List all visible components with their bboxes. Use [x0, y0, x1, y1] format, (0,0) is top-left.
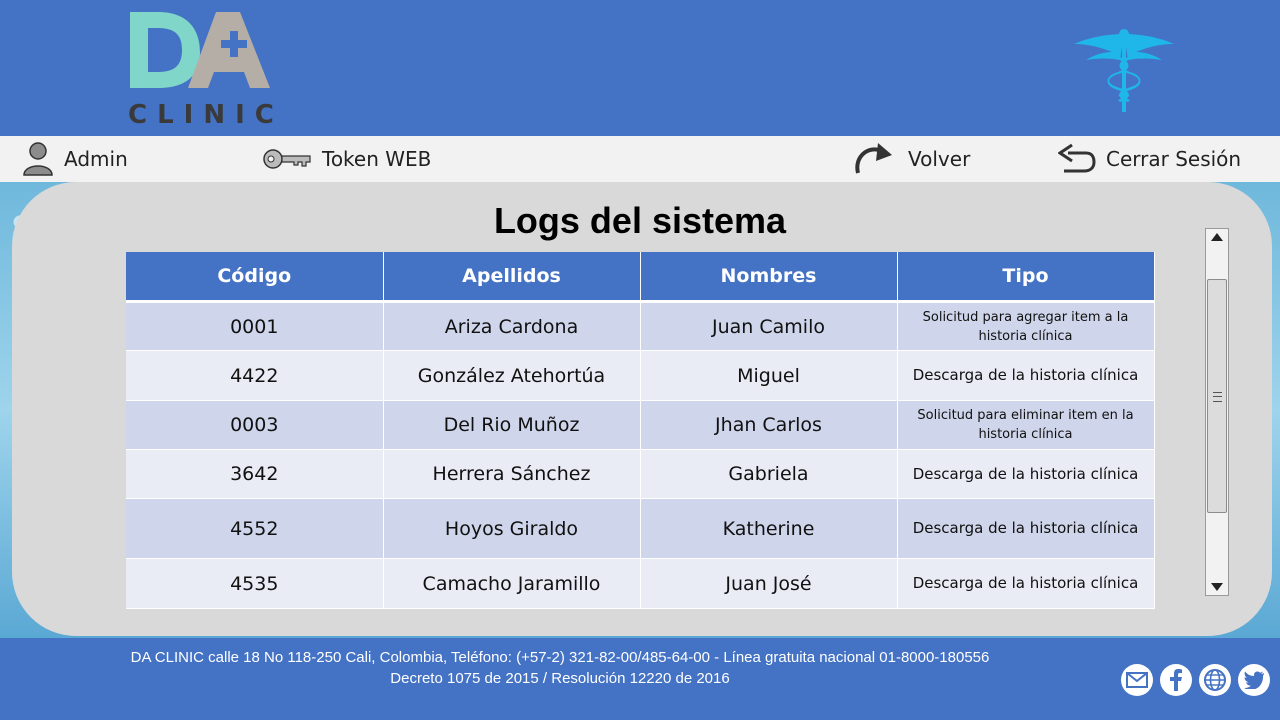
- globe-icon: [1204, 669, 1226, 691]
- twitter-button[interactable]: [1238, 664, 1270, 696]
- admin-label: Admin: [64, 147, 128, 171]
- cell-tipo: Descarga de la historia clínica: [897, 449, 1155, 499]
- table-row[interactable]: 3642 Herrera Sánchez Gabriela Descarga d…: [126, 449, 1155, 499]
- cell-tipo: Solicitud para agregar item a la histori…: [897, 301, 1155, 351]
- return-arrow-icon: [1058, 143, 1096, 173]
- column-header-apellidos[interactable]: Apellidos: [383, 252, 641, 303]
- back-label: Volver: [908, 147, 971, 171]
- cell-codigo: 0001: [126, 301, 384, 351]
- logo-wordmark: CLINIC: [128, 100, 284, 130]
- page-title: Logs del sistema: [493, 200, 787, 241]
- logout-label: Cerrar Sesión: [1106, 147, 1242, 171]
- cell-nombres: Jhan Carlos: [640, 400, 898, 450]
- cell-apellidos: Herrera Sánchez: [383, 449, 641, 499]
- cell-nombres: Juan Camilo: [640, 301, 898, 351]
- arrow-down-icon: [1211, 583, 1223, 591]
- logout-button[interactable]: Cerrar Sesión: [1058, 136, 1241, 182]
- column-header-nombres[interactable]: Nombres: [640, 252, 898, 303]
- cell-codigo: 4552: [126, 498, 384, 559]
- cell-codigo: 3642: [126, 449, 384, 499]
- cell-apellidos: González Atehortúa: [383, 350, 641, 401]
- website-button[interactable]: [1199, 664, 1231, 696]
- table-row[interactable]: 4422 González Atehortúa Miguel Descarga …: [126, 350, 1155, 401]
- redo-arrow-icon: [855, 143, 892, 174]
- column-header-tipo[interactable]: Tipo: [897, 252, 1155, 303]
- scroll-up-button[interactable]: [1206, 229, 1228, 245]
- vertical-scrollbar[interactable]: [1205, 228, 1229, 596]
- footer-contact: DA CLINIC calle 18 No 118-250 Cali, Colo…: [130, 649, 990, 666]
- logs-table: Código Apellidos Nombres Tipo 0001 Ariza…: [126, 252, 1155, 609]
- table-row[interactable]: 0001 Ariza Cardona Juan Camilo Solicitud…: [126, 301, 1155, 351]
- user-icon: [23, 142, 53, 176]
- cell-apellidos: Camacho Jaramillo: [383, 558, 641, 609]
- key-icon: [263, 149, 311, 169]
- token-web-button[interactable]: Token WEB: [262, 136, 431, 182]
- facebook-button[interactable]: [1160, 664, 1192, 696]
- table-row[interactable]: 4552 Hoyos Giraldo Katherine Descarga de…: [126, 498, 1155, 559]
- cell-codigo: 4535: [126, 558, 384, 609]
- table-row[interactable]: 4535 Camacho Jaramillo Juan José Descarg…: [126, 558, 1155, 609]
- cell-tipo: Solicitud para eliminar item en la histo…: [897, 400, 1155, 450]
- cell-codigo: 0003: [126, 400, 384, 450]
- back-button[interactable]: Volver: [852, 136, 970, 182]
- facebook-icon: [1170, 669, 1182, 691]
- cell-codigo: 4422: [126, 350, 384, 401]
- scroll-down-button[interactable]: [1206, 579, 1228, 595]
- cell-nombres: Miguel: [640, 350, 898, 401]
- table-header-row: Código Apellidos Nombres Tipo: [126, 252, 1155, 303]
- caduceus-icon: [1074, 29, 1174, 112]
- arrow-up-icon: [1211, 233, 1223, 241]
- cell-nombres: Juan José: [640, 558, 898, 609]
- cell-apellidos: Del Rio Muñoz: [383, 400, 641, 450]
- cell-apellidos: Ariza Cardona: [383, 301, 641, 351]
- grip-icon: [1213, 392, 1222, 402]
- admin-button[interactable]: Admin: [22, 136, 128, 182]
- mail-icon: [1126, 672, 1148, 688]
- cell-nombres: Katherine: [640, 498, 898, 559]
- cell-tipo: Descarga de la historia clínica: [897, 498, 1155, 559]
- table-row[interactable]: 0003 Del Rio Muñoz Jhan Carlos Solicitud…: [126, 400, 1155, 450]
- column-header-codigo[interactable]: Código: [126, 252, 384, 303]
- twitter-icon: [1244, 671, 1264, 689]
- cell-apellidos: Hoyos Giraldo: [383, 498, 641, 559]
- footer-legal: Decreto 1075 de 2015 / Resolución 12220 …: [390, 670, 730, 687]
- mail-button[interactable]: [1121, 664, 1153, 696]
- cell-tipo: Descarga de la historia clínica: [897, 350, 1155, 401]
- cell-nombres: Gabriela: [640, 449, 898, 499]
- scrollbar-thumb[interactable]: [1207, 279, 1227, 513]
- token-web-label: Token WEB: [322, 147, 432, 171]
- cell-tipo: Descarga de la historia clínica: [897, 558, 1155, 609]
